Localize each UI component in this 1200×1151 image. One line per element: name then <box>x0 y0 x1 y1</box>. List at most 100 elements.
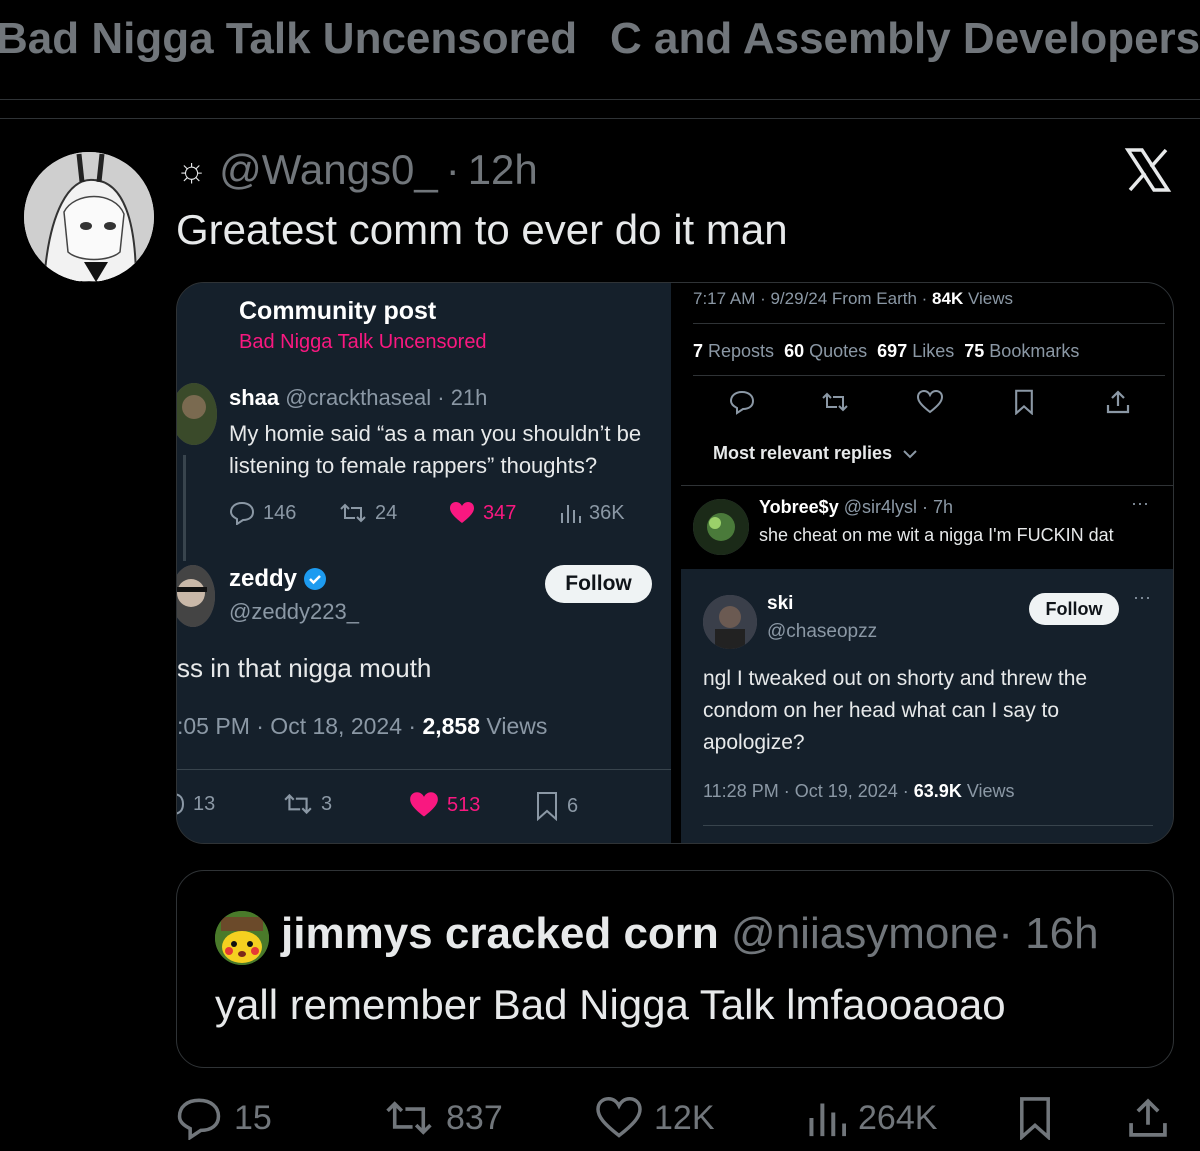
avatar[interactable] <box>177 565 215 627</box>
bookmark-icon[interactable] <box>1013 389 1035 415</box>
reply-count-value: 15 <box>234 1098 272 1137</box>
quoted-post-header: jimmys cracked corn @niiasymone· 16h <box>281 909 1099 959</box>
screenshot-reply-post[interactable]: ski @chaseopzz Follow ··· ngl I tweaked … <box>681 569 1173 843</box>
quotes-label[interactable]: Quotes <box>804 341 867 361</box>
heart-icon[interactable] <box>917 389 943 415</box>
reply-icon[interactable] <box>729 389 755 415</box>
repost-count[interactable]: 24 <box>339 501 397 525</box>
screenshot-community-post[interactable]: Community post Bad Nigga Talk Uncensored… <box>177 283 671 843</box>
community-name[interactable]: Bad Nigga Talk Uncensored <box>239 331 487 354</box>
bookmark-count[interactable]: 6 <box>535 791 578 821</box>
post-timestamp[interactable]: 11:28 PM · Oct 19, 2024 · <box>703 781 914 801</box>
likes-label[interactable]: Likes <box>907 341 954 361</box>
like-count[interactable]: 513 <box>409 791 480 819</box>
screenshot-post-stats[interactable]: 7:17 AM · 9/29/24 From Earth · 84K Views… <box>671 283 1173 569</box>
views-label: Views <box>480 713 548 739</box>
analytics-icon <box>809 1103 846 1137</box>
analytics-icon <box>561 505 581 523</box>
bookmark-count-value: 6 <box>567 794 579 817</box>
tab-bad-nigga-talk[interactable]: Bad Nigga Talk Uncensored <box>0 14 577 64</box>
post-line: listening to female rappers” thoughts? <box>229 453 598 478</box>
post-handle[interactable]: @Wangs0_ <box>219 146 438 194</box>
reply-header: Yobree$y @sir4lysl · 7h <box>759 497 953 518</box>
views-label: Views <box>961 781 1015 801</box>
author-handle[interactable]: @crackthaseal <box>285 385 431 410</box>
views-button[interactable]: 264K <box>806 1094 937 1142</box>
divider <box>177 769 671 770</box>
community-tabs: Bad Nigga Talk Uncensored C and Assembly… <box>0 0 1200 100</box>
repost-button[interactable]: 837 <box>384 1094 503 1142</box>
follow-button[interactable]: Follow <box>545 565 652 603</box>
reply-sort-dropdown[interactable]: Most relevant replies <box>713 443 918 464</box>
divider <box>693 323 1165 324</box>
post-time[interactable]: 12h <box>468 146 538 194</box>
view-count-value: 264K <box>858 1098 938 1137</box>
like-count-value: 347 <box>483 501 517 524</box>
bookmark-button[interactable] <box>1016 1094 1054 1142</box>
heart-icon <box>596 1097 642 1138</box>
bookmark-icon <box>537 792 557 821</box>
avatar[interactable] <box>177 383 217 445</box>
post-line: My homie said “as a man you shouldn’t be <box>229 421 642 446</box>
avatar[interactable] <box>215 911 269 965</box>
share-button[interactable] <box>1126 1094 1170 1142</box>
post-time: · 21h <box>437 385 488 410</box>
like-count-value: 12K <box>654 1098 715 1137</box>
quoted-post-text: yall remember Bad Nigga Talk lmfaooaoao <box>215 981 1006 1028</box>
likes-number[interactable]: 697 <box>877 341 907 361</box>
author-name[interactable]: jimmys cracked corn <box>281 909 719 958</box>
author-name[interactable]: shaa <box>229 385 279 410</box>
reply-text: she cheat on me wit a nigga I'm FUCKIN d… <box>759 525 1114 545</box>
reply-count-value: 146 <box>263 501 297 524</box>
post-time: · 16h <box>998 909 1099 958</box>
verified-badge-icon <box>304 568 327 590</box>
avatar[interactable] <box>703 595 757 649</box>
post-header: ☼ @Wangs0_ · 12h <box>176 146 538 194</box>
media-grid[interactable]: Community post Bad Nigga Talk Uncensored… <box>176 282 1174 844</box>
view-count[interactable]: 36K <box>559 501 625 525</box>
reply-timestamp[interactable]: :05 PM · Oct 18, 2024 · <box>177 713 422 739</box>
follow-button[interactable]: Follow <box>1029 593 1119 625</box>
quoted-post[interactable]: jimmys cracked corn @niiasymone· 16h yal… <box>176 870 1174 1068</box>
chevron-down-icon <box>903 449 917 458</box>
repost-icon[interactable] <box>821 389 849 415</box>
more-icon[interactable]: ··· <box>1133 587 1151 608</box>
reposts-number[interactable]: 7 <box>693 341 703 361</box>
like-count[interactable]: 347 <box>449 501 516 525</box>
reposts-label[interactable]: Reposts <box>703 341 774 361</box>
heart-filled-icon <box>450 502 474 523</box>
author-name[interactable]: zeddy <box>229 565 297 593</box>
divider <box>703 825 1153 826</box>
reply-count[interactable]: 13 <box>177 791 215 817</box>
author-name[interactable]: Yobree$y <box>759 497 839 517</box>
bookmark-icon <box>1020 1097 1050 1140</box>
avatar[interactable] <box>24 152 154 282</box>
reply-button[interactable]: 15 <box>176 1094 272 1142</box>
quotes-number[interactable]: 60 <box>784 341 804 361</box>
view-count-value: 36K <box>589 501 625 524</box>
heart-filled-icon <box>410 792 438 817</box>
repost-icon <box>284 793 312 815</box>
like-count-value: 513 <box>447 793 481 816</box>
tab-c-assembly-developers[interactable]: C and Assembly Developers <box>610 14 1200 64</box>
reply-count[interactable]: 146 <box>229 501 296 525</box>
avatar[interactable] <box>693 499 749 555</box>
bookmarks-label[interactable]: Bookmarks <box>984 341 1079 361</box>
post-timestamp[interactable]: 7:17 AM · 9/29/24 From Earth · <box>693 289 932 308</box>
bookmarks-number[interactable]: 75 <box>964 341 984 361</box>
repost-count[interactable]: 3 <box>283 791 332 817</box>
like-button[interactable]: 12K <box>596 1094 715 1142</box>
author-handle[interactable]: @zeddy223_ <box>229 599 359 625</box>
gear-icon: ☼ <box>176 150 208 189</box>
post-line: ngl I tweaked out on shorty and threw th… <box>703 667 1088 690</box>
more-icon[interactable]: ··· <box>1131 493 1149 514</box>
author-handle[interactable]: @sir4lysl · 7h <box>844 497 953 517</box>
author-handle[interactable]: @chaseopzz <box>767 621 877 643</box>
anime-avatar-icon <box>24 152 154 282</box>
author-name[interactable]: ski <box>767 593 793 615</box>
share-icon[interactable] <box>1105 389 1131 415</box>
divider <box>693 375 1165 376</box>
community-post-title: Community post <box>239 297 437 325</box>
share-icon <box>1129 1098 1167 1137</box>
author-handle[interactable]: @niiasymone <box>731 909 998 958</box>
